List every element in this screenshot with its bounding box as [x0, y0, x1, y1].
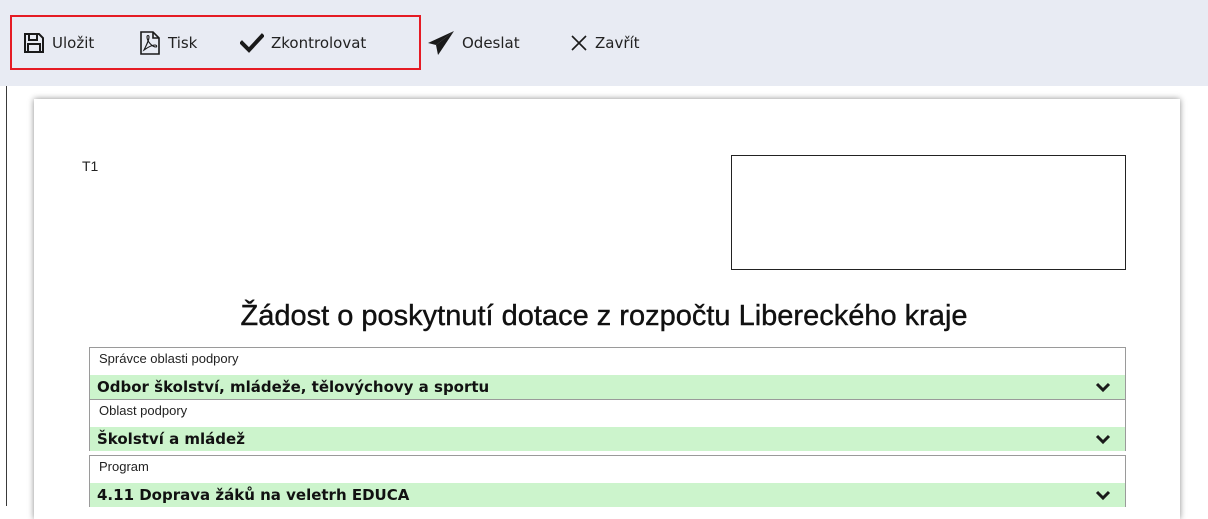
select-value: Odbor školství, mládeže, tělovýchovy a s…	[97, 378, 490, 396]
toolbar: Uložit Tisk Zkontrolovat Odeslat Zavřít	[0, 0, 1208, 86]
window-border	[6, 86, 7, 506]
highlight-box	[10, 15, 421, 70]
program-select[interactable]: 4.11 Doprava žáků na veletrh EDUCA	[89, 483, 1126, 507]
close-label: Zavřít	[595, 34, 640, 52]
close-icon	[571, 35, 587, 51]
document-title: Žádost o poskytnutí dotace z rozpočtu Li…	[240, 300, 968, 332]
field-support-administrator: Správce oblasti podpory Odbor školství, …	[89, 347, 1126, 399]
chevron-down-icon	[1095, 490, 1111, 500]
close-button[interactable]: Zavřít	[570, 27, 640, 59]
chevron-down-icon	[1095, 434, 1111, 444]
send-label: Odeslat	[462, 34, 520, 52]
support-administrator-select[interactable]: Odbor školství, mládeže, tělovýchovy a s…	[89, 375, 1126, 399]
field-label: Program	[89, 455, 1126, 483]
paper-plane-icon	[428, 31, 454, 55]
support-area-select[interactable]: Školství a mládež	[89, 427, 1126, 451]
field-support-area: Oblast podpory Školství a mládež	[89, 399, 1126, 451]
chevron-down-icon	[1095, 382, 1111, 392]
form-code: T1	[82, 158, 99, 174]
select-value: Školství a mládež	[97, 430, 245, 448]
registration-stamp-box	[731, 155, 1126, 270]
field-program: Program 4.11 Doprava žáků na veletrh EDU…	[89, 455, 1126, 507]
select-value: 4.11 Doprava žáků na veletrh EDUCA	[97, 486, 410, 504]
send-button[interactable]: Odeslat	[427, 27, 520, 59]
field-label: Správce oblasti podpory	[89, 347, 1126, 375]
field-label: Oblast podpory	[89, 399, 1126, 427]
